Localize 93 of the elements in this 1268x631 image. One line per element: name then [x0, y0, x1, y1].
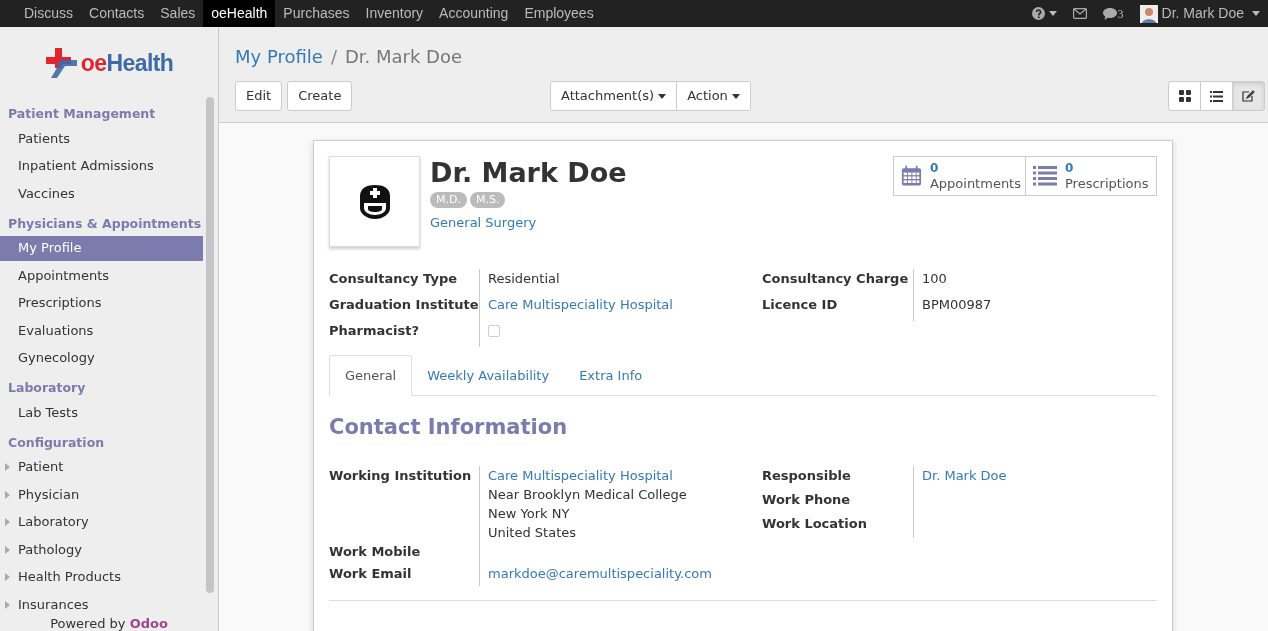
sidebar-item[interactable]: Inpatient Admissions: [0, 153, 203, 179]
logo-icon: [44, 48, 79, 78]
chat-icon: [1102, 7, 1117, 20]
powered-by-text: Powered by Odoo: [50, 617, 168, 631]
field-link[interactable]: markdoe@caremultispeciality.com: [488, 565, 712, 581]
app-menu-item[interactable]: oeHealth: [203, 0, 276, 27]
caret-icon: [1252, 11, 1260, 16]
stat-count: 0: [1065, 161, 1074, 176]
app-menu-item[interactable]: Purchases: [275, 0, 358, 27]
list-icon: [1210, 90, 1223, 102]
field-label: Responsible: [762, 466, 852, 485]
menu-section-title: Configuration: [7, 433, 106, 452]
app-menu-item[interactable]: Accounting: [431, 0, 517, 27]
field-value: Residential: [488, 271, 560, 286]
field-value: BPM00987: [922, 297, 992, 312]
sidebar-item[interactable]: Patients: [0, 126, 203, 151]
doctor-name: Dr. Mark Doe: [430, 156, 628, 190]
help-icon[interactable]: [1031, 7, 1045, 20]
caret-icon: [1048, 11, 1057, 16]
app-menu-item[interactable]: Discuss: [16, 0, 81, 27]
field-value: 100: [922, 271, 947, 286]
field-label: Work Phone: [762, 490, 852, 509]
stat-button[interactable]: 0 Appointments: [894, 157, 1025, 195]
address-line: United States: [488, 523, 578, 542]
field-label: Work Mobile: [329, 542, 422, 561]
caret-icon: [658, 93, 667, 99]
view-switch-button[interactable]: [1200, 81, 1233, 111]
chat-button[interactable]: 3: [1102, 4, 1124, 23]
speciality-link[interactable]: General Surgery: [430, 213, 893, 233]
sidebar-item[interactable]: Appointments: [0, 263, 203, 288]
calendar-icon: [901, 164, 922, 188]
odoo-link[interactable]: Odoo: [129, 616, 168, 631]
field-link[interactable]: Care Multispeciality Hospital: [488, 465, 762, 485]
stat-label: Prescriptions: [1065, 176, 1149, 191]
sidebar-item[interactable]: Vaccines: [0, 181, 203, 206]
sidebar-item[interactable]: Laboratory: [0, 509, 203, 535]
sidebar-item[interactable]: Health Products: [0, 564, 203, 590]
form-tab[interactable]: Weekly Availability: [412, 355, 565, 396]
sidebar-item[interactable]: Pathology: [0, 537, 203, 562]
form-tab[interactable]: General: [329, 355, 413, 396]
sidebar-item[interactable]: Gynecology: [0, 345, 203, 371]
address-line: New York NY: [488, 504, 571, 523]
field-label: Work Location: [762, 514, 868, 533]
menu-section-title: Physicians & Appointments: [7, 214, 203, 233]
breadcrumb-current: Dr. Mark Doe: [344, 44, 463, 69]
sidebar-item[interactable]: Patient: [0, 454, 203, 480]
field-label: Work Email: [329, 564, 413, 583]
list-icon: [1033, 166, 1057, 186]
menu-section-title: Laboratory: [7, 379, 87, 398]
app-menu-item[interactable]: Employees: [516, 0, 602, 27]
sidebar-item[interactable]: Lab Tests: [0, 400, 203, 425]
toolbar-button[interactable]: Edit: [235, 81, 283, 111]
dropdown-button[interactable]: Action: [676, 81, 751, 111]
field-label: Licence ID: [762, 296, 839, 314]
field-link[interactable]: Dr. Mark Doe: [922, 467, 1007, 483]
field-label: Consultancy Charge: [762, 270, 910, 288]
field-label: Pharmacist?: [329, 322, 420, 340]
dropdown-button[interactable]: Attachment(s): [550, 81, 678, 111]
stat-button[interactable]: 0 Prescriptions: [1025, 157, 1156, 195]
breadcrumb-link[interactable]: My Profile: [235, 42, 323, 70]
degree-tag: M.D.: [430, 192, 467, 208]
address-line: Near Brooklyn Medical College: [488, 485, 688, 504]
caret-icon: [731, 93, 740, 99]
field-label: Graduation Institute: [329, 296, 479, 314]
mail-icon[interactable]: [1072, 8, 1087, 19]
stat-count: 0: [929, 161, 939, 176]
field-link[interactable]: Care Multispeciality Hospital: [488, 297, 673, 312]
app-menu-item[interactable]: Sales: [152, 0, 204, 27]
edit-icon: [1242, 90, 1255, 102]
breadcrumb-separator: /: [330, 44, 337, 69]
field-label: Consultancy Type: [329, 270, 459, 288]
sidebar-item[interactable]: Prescriptions: [0, 290, 203, 316]
avatar: [1139, 4, 1158, 23]
checkbox[interactable]: [488, 325, 500, 337]
grid-icon: [1178, 90, 1191, 102]
app-menu-item[interactable]: Inventory: [357, 0, 432, 27]
user-menu[interactable]: Dr. Mark Doe: [1139, 3, 1260, 24]
scrollbar-thumb[interactable]: [206, 97, 214, 593]
degree-tag: M.S.: [469, 192, 506, 208]
view-switch-button[interactable]: [1168, 81, 1201, 111]
sidebar-item[interactable]: Physician: [0, 482, 203, 507]
form-tab[interactable]: Extra Info: [564, 355, 658, 396]
view-switch-button[interactable]: [1232, 81, 1265, 111]
logo-text: oeHealth: [80, 48, 174, 78]
app-menu-item[interactable]: Contacts: [81, 0, 153, 27]
field-label: Working Institution: [329, 466, 473, 485]
sidebar-item[interactable]: Evaluations: [0, 318, 203, 343]
toolbar-button[interactable]: Create: [287, 81, 353, 111]
sidebar-item[interactable]: My Profile: [0, 235, 203, 261]
menu-section-title: Patient Management: [7, 105, 157, 124]
section-title: Contact Information: [329, 414, 569, 441]
stat-label: Appointments: [929, 176, 1021, 191]
sidebar-item[interactable]: Insurances: [0, 592, 203, 617]
